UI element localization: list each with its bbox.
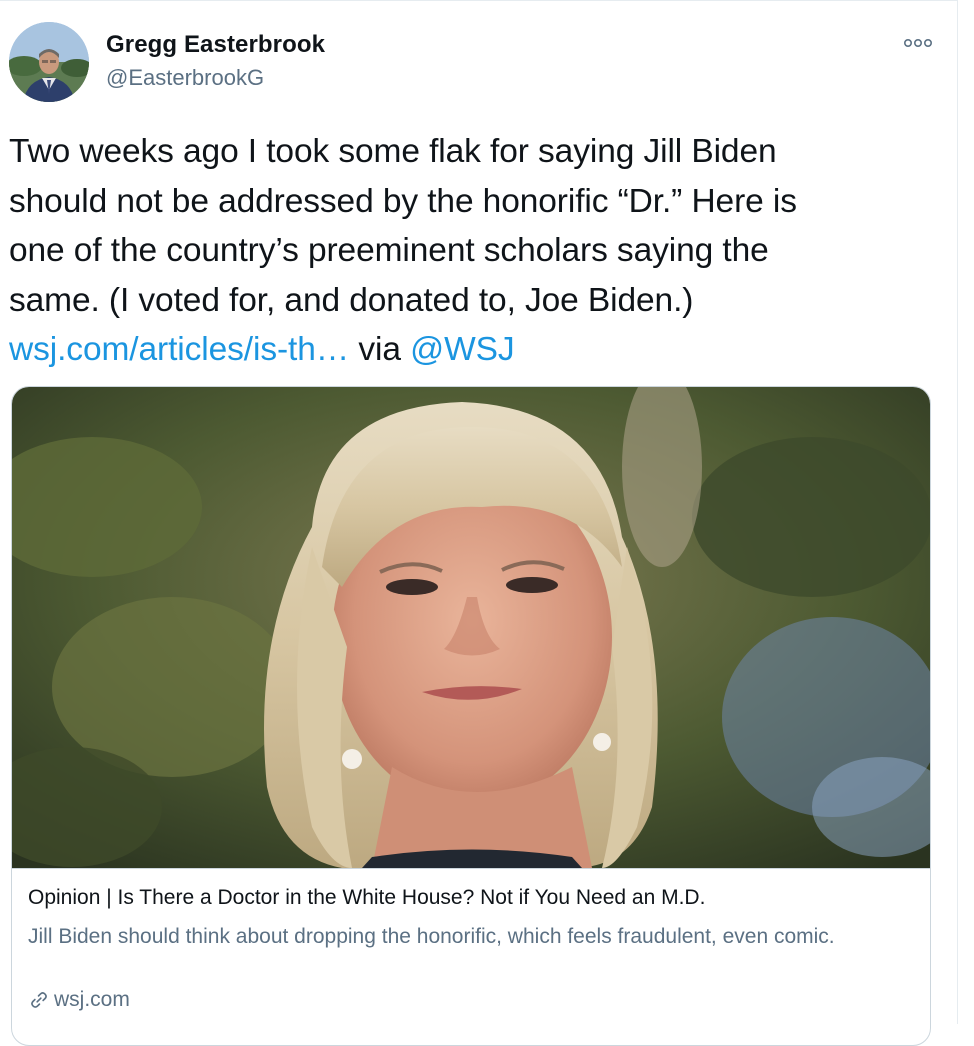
avatar-photo — [9, 22, 89, 102]
link-icon — [28, 989, 50, 1011]
article-link[interactable]: wsj.com/articles/is-th… — [9, 331, 349, 368]
card-description: Jill Biden should think about dropping t… — [28, 925, 835, 948]
tweet-text: Two weeks ago I took some flak for sayin… — [9, 127, 929, 375]
tweet-text-line: one of the country’s preeminent scholars… — [9, 232, 769, 269]
card-photo — [12, 387, 930, 868]
author-name[interactable]: Gregg Easterbrook — [106, 31, 325, 59]
wsj-mention-link[interactable]: @WSJ — [410, 331, 514, 368]
link-preview-card[interactable]: Opinion | Is There a Doctor in the White… — [11, 386, 931, 1046]
card-domain-text: wsj.com — [54, 988, 130, 1011]
via-text: via — [349, 331, 411, 368]
tweet-text-line: same. (I voted for, and donated to, Joe … — [9, 281, 694, 319]
card-domain: wsj.com — [28, 988, 130, 1012]
more-options-button[interactable] — [898, 31, 938, 55]
author-avatar[interactable] — [9, 22, 89, 102]
author-handle[interactable]: @EasterbrookG — [106, 65, 264, 91]
tweet[interactable]: Gregg Easterbrook @EasterbrookG Two week… — [0, 0, 958, 1046]
more-horizontal-icon — [903, 38, 932, 48]
tweet-link-line: wsj.com/articles/is-th… via @WSJ — [9, 325, 929, 375]
tweet-text-line: Two weeks ago I took some flak for sayin… — [9, 133, 777, 170]
tweet-text-line: should not be addressed by the honorific… — [9, 182, 797, 220]
card-image — [12, 387, 930, 869]
card-title[interactable]: Opinion | Is There a Doctor in the White… — [28, 886, 705, 910]
